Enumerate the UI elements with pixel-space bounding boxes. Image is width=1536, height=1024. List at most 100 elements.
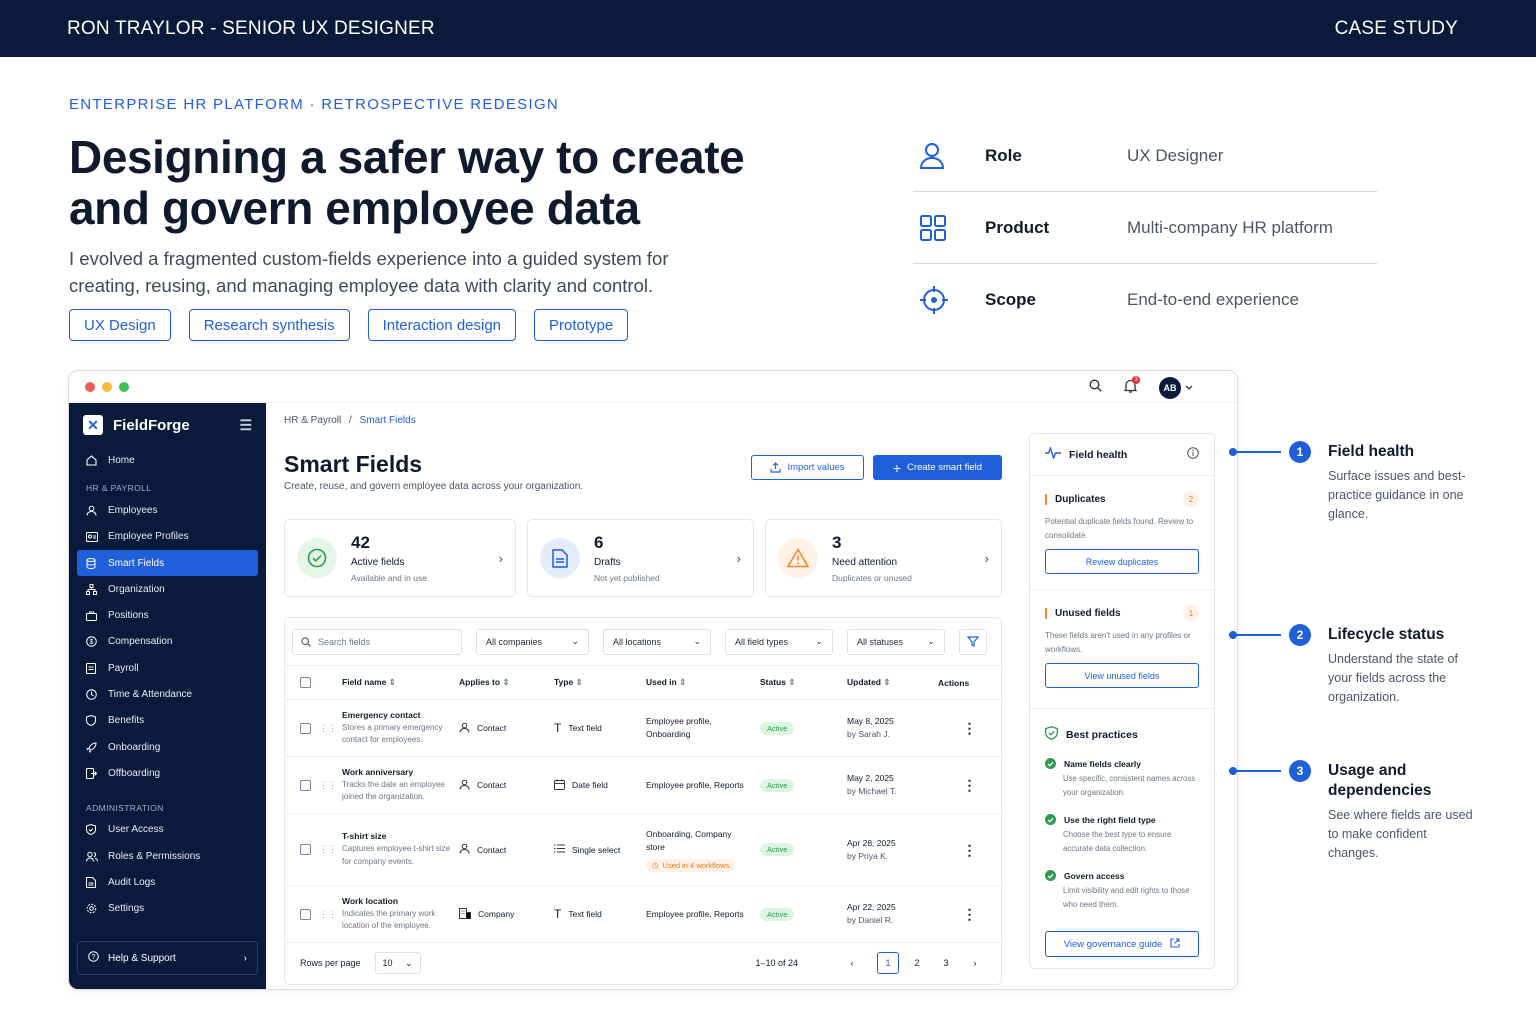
person-icon [86,505,108,516]
import-values-button[interactable]: Import values [751,455,864,480]
project-meta: Role UX Designer Product Multi-company H… [913,120,1377,336]
table-row[interactable]: ⋮⋮ T-shirt size Captures employee t-shirt… [285,814,1001,886]
filter-label: All companies [486,636,543,647]
sidebar-item-label: Roles & Permissions [108,850,201,862]
sidebar-item-settings[interactable]: Settings [69,895,266,921]
more-actions-icon[interactable]: ⋮ [938,907,1001,921]
account-menu[interactable]: AB [1159,377,1193,399]
field-type: Single select [572,844,621,855]
row-checkbox[interactable] [299,908,311,920]
filter-field-types[interactable]: All field types ⌄ [725,628,833,655]
rows-per-page-select[interactable]: 10 ⌄ [374,952,421,974]
table-row[interactable]: ⋮⋮ Work anniversary Tracks the date an em… [285,757,1001,814]
filter-locations[interactable]: All locations ⌄ [603,628,711,655]
sidebar-item-organization[interactable]: Organization [69,576,266,602]
external-link-icon [1170,937,1180,951]
sidebar-item-offboarding[interactable]: Offboarding [69,760,266,786]
sidebar-item-smart-fields[interactable]: Smart Fields [77,549,258,577]
nav-section-label: ADMINISTRATION [86,802,164,813]
col-type[interactable]: Type ⇕ [554,677,646,688]
warning-bar [1045,493,1047,505]
sidebar-item-positions[interactable]: Positions [69,602,266,628]
field-type: Date field [572,780,608,790]
practice-item: Use the right field type Choose the best… [1030,814,1214,855]
filter-icon[interactable] [959,628,987,655]
sidebar-item-onboarding[interactable]: Onboarding [69,734,266,760]
field-name: Work location [342,895,399,906]
sidebar-item-employees[interactable]: Employees [69,497,266,523]
select-all-checkbox[interactable] [299,677,311,688]
table-row[interactable]: ⋮⋮ Work location Indicates the primary wo… [285,886,1001,943]
col-applies-to[interactable]: Applies to ⇕ [459,677,554,688]
more-actions-icon[interactable]: ⋮ [938,721,1001,735]
col-field-name[interactable]: Field name ⇕ [325,677,459,688]
sidebar-item-roles-permissions[interactable]: Roles & Permissions [69,843,266,869]
sidebar-item-label: User Access [108,824,164,836]
help-support-button[interactable]: ? Help & Support › [77,941,258,975]
drag-handle-icon[interactable]: ⋮⋮ [319,909,337,920]
search-icon[interactable] [1089,379,1102,397]
drag-handle-icon[interactable]: ⋮⋮ [319,723,337,734]
more-actions-icon[interactable]: ⋮ [938,843,1001,857]
alert-title: Duplicates [1055,493,1106,505]
main-content: HR & Payroll / Smart Fields Smart Fields… [266,403,1010,989]
drag-handle-icon[interactable]: ⋮⋮ [319,844,337,855]
sidebar-item-time-attendance[interactable]: Time & Attendance [69,681,266,707]
best-practices-header: Best practices [1030,726,1214,743]
page-2[interactable]: 2 [906,952,928,974]
row-checkbox[interactable] [299,722,311,734]
maximize-dot[interactable] [119,381,129,392]
page-1[interactable]: 1 [877,952,899,974]
next-page-icon[interactable]: › [964,952,986,974]
sort-icon: ⇕ [575,677,583,687]
row-checkbox[interactable] [299,779,311,791]
minimize-dot[interactable] [102,381,112,392]
search-input[interactable]: Search fields [292,628,462,655]
divider [1030,589,1214,590]
practice-title: Use the right field type [1064,814,1156,825]
sidebar-item-home[interactable]: Home [69,447,266,473]
sort-icon: ⇕ [883,677,891,687]
close-dot[interactable] [85,381,95,392]
col-updated[interactable]: Updated ⇕ [847,677,938,688]
author-title: RON TRAYLOR - SENIOR UX DESIGNER [67,17,435,39]
sidebar-item-user-access[interactable]: User Access [69,817,266,843]
field-desc: Captures employee t-shirt size for compa… [342,844,451,866]
info-icon[interactable] [1187,447,1199,462]
sidebar-item-audit-logs[interactable]: Audit Logs [69,869,266,895]
col-status[interactable]: Status ⇕ [760,677,847,688]
annotation-field-health: 1 Field health Surface issues and best-pr… [1229,431,1478,524]
stat-card-drafts[interactable]: 6 Drafts Not yet published › [527,519,754,597]
practice-item: Name fields clearly Use specific, consis… [1030,758,1214,799]
breadcrumb-parent[interactable]: HR & Payroll [284,415,341,426]
prev-page-icon[interactable]: ‹ [841,952,863,974]
text-type-icon: T [554,907,562,921]
users-icon [86,851,108,862]
table-row[interactable]: ⋮⋮ Emergency contact Stores a primary eme… [285,700,1001,757]
filter-companies[interactable]: All companies ⌄ [476,628,589,655]
bell-icon[interactable]: 3 [1123,375,1140,398]
governance-guide-button[interactable]: View governance guide [1045,931,1199,957]
filter-statuses[interactable]: All statuses ⌄ [847,628,945,655]
hamburger-icon[interactable]: ☰ [239,417,252,434]
stat-card-attention[interactable]: 3 Need attention Duplicates or unused › [765,519,1002,597]
alert-count-badge: 1 [1183,605,1199,621]
col-used-in[interactable]: Used in ⇕ [646,677,760,688]
user-icon [913,142,985,170]
sidebar-item-compensation[interactable]: $ Compensation [69,629,266,655]
page-3[interactable]: 3 [935,952,957,974]
workflow-badge[interactable]: ◷ Used in 4 workflows [646,858,736,872]
sort-icon: ⇕ [502,677,510,687]
view-unused-fields-button[interactable]: View unused fields [1045,663,1199,688]
more-actions-icon[interactable]: ⋮ [938,778,1001,792]
create-smart-field-button[interactable]: + Create smart field [873,455,1002,480]
stat-card-active[interactable]: 42 Active fields Available and in use › [284,519,516,597]
review-duplicates-button[interactable]: Review duplicates [1045,549,1199,574]
row-checkbox[interactable] [299,844,311,855]
sidebar-item-employee-profiles[interactable]: Employee Profiles [69,524,266,550]
status-badge: Active [760,907,795,921]
drag-handle-icon[interactable]: ⋮⋮ [319,780,337,791]
practice-title: Name fields clearly [1064,758,1142,769]
sidebar-item-payroll[interactable]: Payroll [69,655,266,681]
sidebar-item-benefits[interactable]: Benefits [69,708,266,734]
